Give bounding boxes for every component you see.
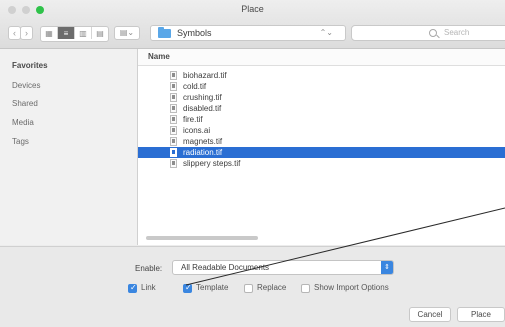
file-row-disabled[interactable]: disabled.tif	[138, 103, 505, 114]
search-field[interactable]: Search	[351, 25, 505, 41]
file-row-icons[interactable]: icons.ai	[138, 125, 505, 136]
name-column-label: Name	[148, 52, 170, 61]
file-row-crushing[interactable]: crushing.tif	[138, 92, 505, 103]
chevron-left-icon: ‹	[13, 28, 16, 38]
link-label: Link	[141, 283, 156, 292]
checkbox-unchecked-icon	[301, 284, 310, 293]
file-name: icons.ai	[183, 126, 211, 135]
file-name: disabled.tif	[183, 104, 222, 113]
file-name: slippery steps.tif	[183, 159, 241, 168]
file-name: biohazard.tif	[183, 71, 227, 80]
horizontal-scrollbar[interactable]	[146, 236, 258, 240]
window-title: Place	[241, 4, 264, 14]
file-icon	[170, 159, 177, 168]
file-icon	[170, 115, 177, 124]
file-row-biohazard[interactable]: biohazard.tif	[138, 70, 505, 81]
file-icon	[170, 82, 177, 91]
sidebar-item-media[interactable]: Media	[12, 118, 34, 127]
up-down-arrows-icon: ⌃⌄	[319, 28, 333, 37]
icon-view-button[interactable]: ▦	[41, 27, 58, 39]
file-row-slippery-steps[interactable]: slippery steps.tif	[138, 158, 505, 169]
file-name: magnets.tif	[183, 137, 223, 146]
location-popup[interactable]: Symbols ⌃⌄	[150, 25, 346, 41]
file-icon	[170, 126, 177, 135]
chevron-right-icon: ›	[25, 28, 28, 38]
forward-button[interactable]: ›	[20, 26, 33, 40]
file-name: crushing.tif	[183, 93, 222, 102]
options-panel: Enable: All Readable Documents ⇕ Link Te…	[0, 246, 505, 327]
file-icon	[170, 71, 177, 80]
title-bar: Place ‹ › ▦ ≡ ▥ ▤ ▤⌄ Symbols ⌃⌄ Search	[0, 0, 505, 49]
sidebar: Favorites Devices Shared Media Tags	[0, 49, 138, 245]
file-row-radiation[interactable]: radiation.tif	[138, 147, 505, 158]
cover-flow-view-button[interactable]: ▤	[92, 27, 108, 39]
file-row-magnets[interactable]: magnets.tif	[138, 136, 505, 147]
list-view-button[interactable]: ≡	[58, 27, 75, 39]
place-dialog: Place ‹ › ▦ ≡ ▥ ▤ ▤⌄ Symbols ⌃⌄ Search F…	[0, 0, 505, 327]
folder-icon	[158, 27, 171, 38]
popup-arrows-icon: ⇕	[381, 261, 393, 274]
file-row-fire[interactable]: fire.tif	[138, 114, 505, 125]
file-icon	[170, 137, 177, 146]
enable-value: All Readable Documents	[181, 263, 270, 272]
view-mode-group: ▦ ≡ ▥ ▤	[40, 26, 109, 42]
search-placeholder: Search	[444, 28, 470, 37]
file-name: radiation.tif	[183, 148, 223, 157]
search-icon	[429, 29, 437, 37]
checkbox-checked-icon	[128, 283, 137, 293]
column-header[interactable]: Name	[138, 49, 505, 66]
column-view-button[interactable]: ▥	[75, 27, 92, 39]
enable-label: Enable:	[135, 264, 163, 273]
show-import-options-label: Show Import Options	[314, 283, 389, 292]
file-icon	[170, 148, 177, 157]
cancel-button[interactable]: Cancel	[409, 307, 451, 322]
file-icon	[170, 104, 177, 113]
sidebar-item-favorites[interactable]: Favorites	[12, 61, 48, 70]
enable-popup[interactable]: All Readable Documents ⇕	[172, 260, 394, 275]
file-list: Name biohazard.tif cold.tif crushing.tif…	[138, 49, 505, 245]
file-icon	[170, 93, 177, 102]
checkbox-unchecked-icon	[244, 284, 253, 293]
template-label: Template	[196, 283, 229, 292]
replace-label: Replace	[257, 283, 287, 292]
sidebar-item-tags[interactable]: Tags	[12, 137, 29, 146]
checkbox-checked-icon	[183, 283, 192, 293]
sidebar-item-shared[interactable]: Shared	[12, 99, 38, 108]
location-name: Symbols	[177, 28, 212, 38]
place-button[interactable]: Place	[457, 307, 505, 322]
file-row-cold[interactable]: cold.tif	[138, 81, 505, 92]
arrange-button[interactable]: ▤⌄	[114, 26, 140, 40]
file-name: cold.tif	[183, 82, 207, 91]
sidebar-item-devices[interactable]: Devices	[12, 81, 40, 90]
file-name: fire.tif	[183, 115, 203, 124]
